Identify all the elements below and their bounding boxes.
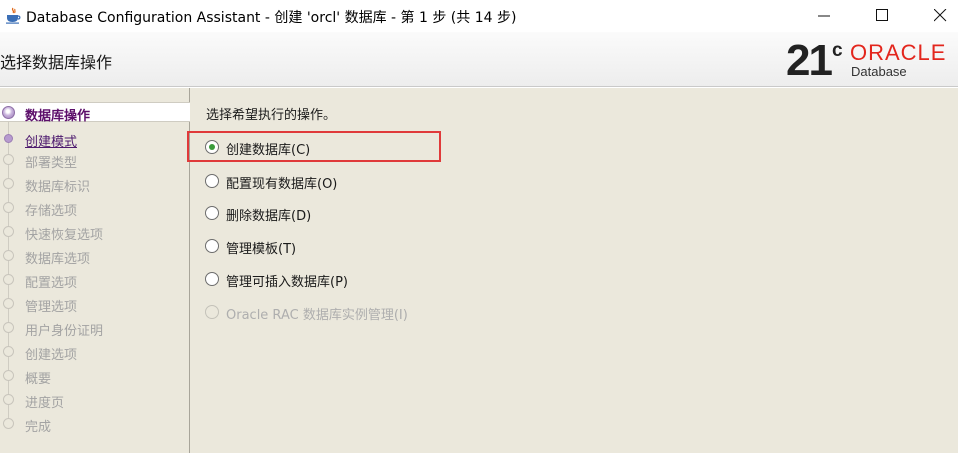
step-summary: 概要 <box>0 366 190 387</box>
step-database-identification: 数据库标识 <box>0 174 190 195</box>
java-app-icon <box>5 7 21 24</box>
logo-product: Database <box>851 64 907 79</box>
page-title: 选择数据库操作 <box>0 53 113 72</box>
maximize-button[interactable] <box>860 0 906 32</box>
step-label: 管理选项 <box>25 300 78 315</box>
maximize-icon <box>876 9 888 21</box>
oracle-logo: 21 c ORACLE Database <box>786 38 958 84</box>
step-fast-recovery-option: 快速恢复选项 <box>0 222 190 243</box>
radio-button[interactable] <box>205 174 219 188</box>
step-pending-icon <box>3 370 14 381</box>
step-label: 概要 <box>25 372 52 387</box>
step-pending-icon <box>3 202 14 213</box>
wizard-body: 数据库操作 创建模式 部署类型 数据库标识 存储选项 快速恢复选项 数据库选项 <box>0 88 958 453</box>
step-label: 完成 <box>25 420 52 435</box>
step-pending-icon <box>3 394 14 405</box>
option-manage-templates[interactable]: 管理模板(T) <box>205 236 525 257</box>
step-pending-icon <box>3 154 14 165</box>
option-label: 管理可插入数据库(P) <box>226 275 348 290</box>
radio-button[interactable] <box>205 239 219 253</box>
option-rac-instance-management: Oracle RAC 数据库实例管理(I) <box>205 302 525 323</box>
step-label: 进度页 <box>25 396 65 411</box>
option-configure-existing-database[interactable]: 配置现有数据库(O) <box>205 171 525 192</box>
step-pending-icon <box>3 178 14 189</box>
radio-button-disabled <box>205 305 219 319</box>
step-user-credentials: 用户身份证明 <box>0 318 190 339</box>
logo-superscript: c <box>832 40 843 61</box>
minimize-icon <box>818 15 830 17</box>
step-database-options: 数据库选项 <box>0 246 190 267</box>
step-active-icon <box>2 106 15 119</box>
option-label: 删除数据库(D) <box>226 209 312 224</box>
steps-sidebar: 数据库操作 创建模式 部署类型 数据库标识 存储选项 快速恢复选项 数据库选项 <box>0 88 190 453</box>
step-pending-icon <box>3 418 14 429</box>
logo-version: 21 <box>786 36 833 85</box>
step-storage-option: 存储选项 <box>0 198 190 219</box>
window-titlebar: Database Configuration Assistant - 创建 'o… <box>0 0 958 32</box>
logo-brand: ORACLE <box>850 40 947 65</box>
close-icon <box>934 9 947 22</box>
step-pending-icon <box>3 274 14 285</box>
step-database-operation[interactable]: 数据库操作 <box>0 102 190 124</box>
step-finish: 完成 <box>0 414 190 435</box>
option-manage-pluggable-databases[interactable]: 管理可插入数据库(P) <box>205 269 525 290</box>
selection-highlight-box <box>187 131 441 162</box>
step-label: 数据库标识 <box>25 180 91 195</box>
minimize-button[interactable] <box>802 0 848 32</box>
step-deployment-type: 部署类型 <box>0 150 190 171</box>
radio-button[interactable] <box>205 206 219 220</box>
page-header: 选择数据库操作 21 c ORACLE Database <box>0 32 958 87</box>
step-pending-icon <box>3 298 14 309</box>
step-pending-icon <box>3 346 14 357</box>
step-label: 配置选项 <box>25 276 78 291</box>
step-label: 部署类型 <box>25 156 78 171</box>
step-label: 创建模式 <box>25 135 78 150</box>
step-pending-icon <box>3 322 14 333</box>
step-pending-icon <box>3 226 14 237</box>
step-creation-option: 创建选项 <box>0 342 190 363</box>
step-label: 创建选项 <box>25 348 78 363</box>
option-label: 管理模板(T) <box>226 242 297 257</box>
window-title: Database Configuration Assistant - 创建 'o… <box>26 10 517 26</box>
step-configuration-options: 配置选项 <box>0 270 190 291</box>
step-label: 存储选项 <box>25 204 78 219</box>
step-label: 用户身份证明 <box>25 324 104 339</box>
option-label: Oracle RAC 数据库实例管理(I) <box>226 308 408 323</box>
option-delete-database[interactable]: 删除数据库(D) <box>205 203 525 224</box>
close-button[interactable] <box>918 0 958 32</box>
step-label: 快速恢复选项 <box>25 228 104 243</box>
option-label: 配置现有数据库(O) <box>226 177 338 192</box>
step-creation-mode[interactable]: 创建模式 <box>0 129 190 150</box>
step-progress-page: 进度页 <box>0 390 190 411</box>
instruction-text: 选择希望执行的操作。 <box>206 108 337 123</box>
step-label: 数据库选项 <box>25 252 91 267</box>
step-management-options: 管理选项 <box>0 294 190 315</box>
step-link-icon <box>4 134 13 143</box>
step-label: 数据库操作 <box>25 109 91 124</box>
radio-button[interactable] <box>205 272 219 286</box>
step-pending-icon <box>3 250 14 261</box>
